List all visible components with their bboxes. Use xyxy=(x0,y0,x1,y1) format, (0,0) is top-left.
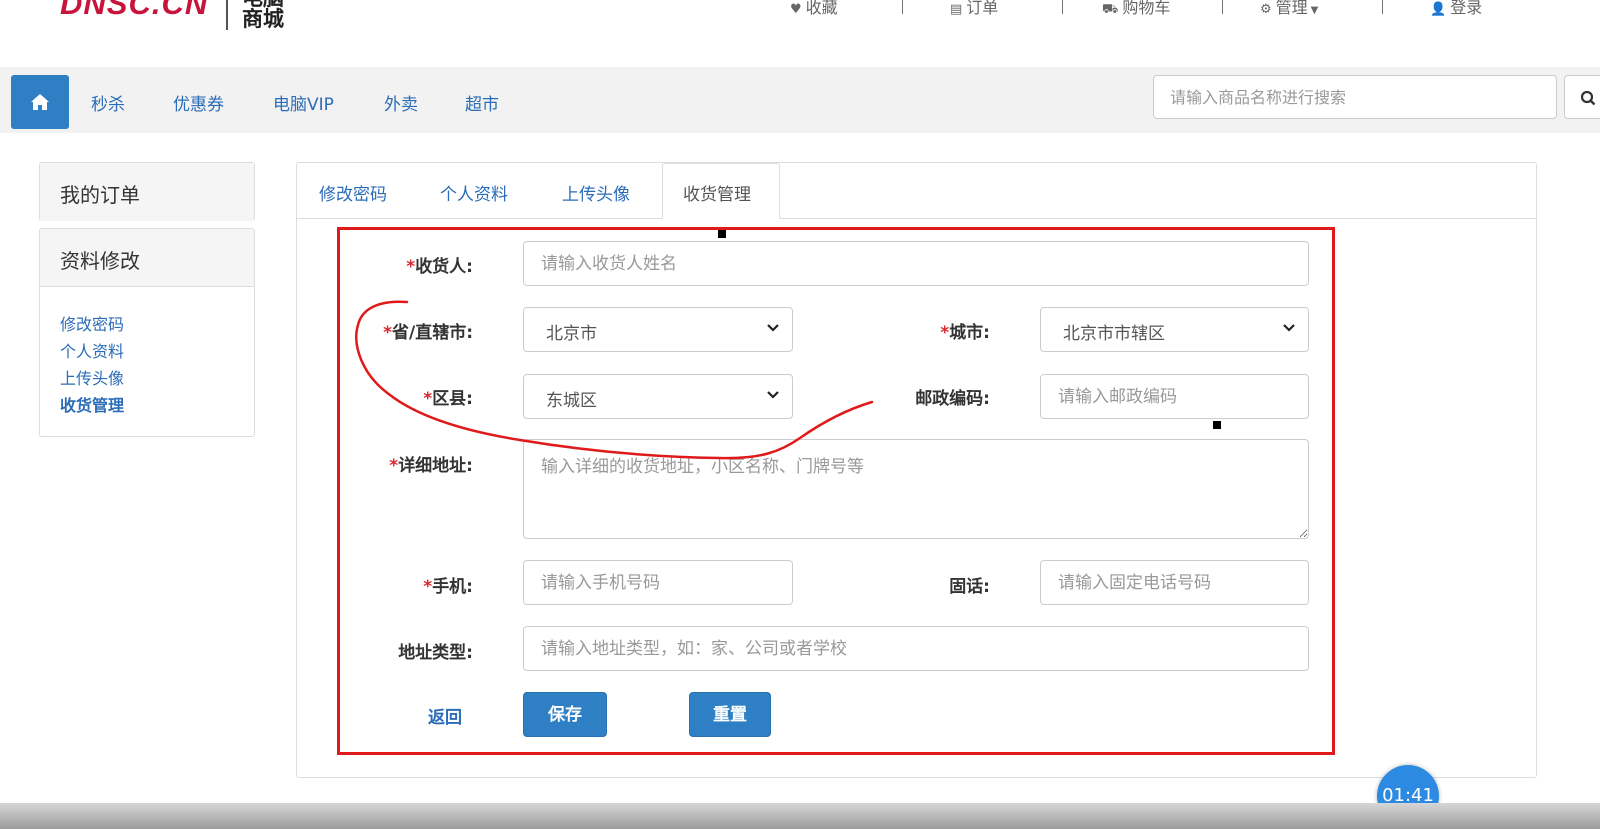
top-nav-separator xyxy=(1382,0,1383,14)
cart-icon: ⛟ xyxy=(1102,2,1119,17)
top-nav-login[interactable]: 👤 登录 xyxy=(1430,0,1482,18)
search-input[interactable] xyxy=(1153,75,1557,119)
home-button[interactable] xyxy=(11,75,69,129)
sidebar-item-upload-avatar[interactable]: 上传头像 xyxy=(60,365,124,389)
search-button[interactable] xyxy=(1564,75,1600,119)
sidebar-profile-heading: 资料修改 xyxy=(40,229,254,287)
caret-down-icon: ▼ xyxy=(1310,5,1319,16)
tab-upload-avatar[interactable]: 上传头像 xyxy=(562,180,630,205)
top-nav-cart[interactable]: ⛟ 购物车 xyxy=(1102,0,1170,19)
top-nav-favorites-label: 收藏 xyxy=(805,0,838,17)
annotation-highlight-box xyxy=(337,227,1335,755)
top-nav-orders-label: 订单 xyxy=(966,0,999,17)
logo-subtitle: 电脑 商城 xyxy=(242,0,284,30)
home-icon xyxy=(31,94,49,110)
nav-link-vip[interactable]: 电脑VIP xyxy=(273,90,334,115)
sidebar-orders-heading[interactable]: 我的订单 xyxy=(40,163,254,221)
top-nav-orders[interactable]: ▤ 订单 xyxy=(950,0,998,18)
nav-link-flash-sale[interactable]: 秒杀 xyxy=(91,90,125,115)
gears-icon: ⚙ xyxy=(1260,2,1272,17)
logo-subtitle-line2: 商城 xyxy=(242,7,284,31)
bottom-bar xyxy=(0,803,1600,829)
top-nav-separator xyxy=(1062,0,1063,14)
nav-link-takeout[interactable]: 外卖 xyxy=(384,90,418,115)
nav-link-supermarket[interactable]: 超市 xyxy=(465,90,499,115)
top-nav-login-label: 登录 xyxy=(1450,0,1483,17)
heart-icon: ♥ xyxy=(790,2,802,17)
document-icon: ▤ xyxy=(950,2,963,17)
top-nav-separator xyxy=(1222,0,1223,14)
logo-divider xyxy=(226,0,228,30)
tab-profile[interactable]: 个人资料 xyxy=(440,180,508,205)
user-icon: 👤 xyxy=(1430,2,1447,17)
sidebar-item-change-password[interactable]: 修改密码 xyxy=(60,311,124,335)
top-nav-manage-label: 管理 xyxy=(1275,0,1308,17)
tab-divider xyxy=(297,218,1536,219)
search-icon xyxy=(1580,90,1596,106)
top-nav-separator xyxy=(902,0,903,14)
nav-link-coupons[interactable]: 优惠券 xyxy=(173,90,224,115)
tab-address-management-label: 收货管理 xyxy=(683,185,751,205)
sidebar-item-address-management[interactable]: 收货管理 xyxy=(60,392,124,416)
top-nav-manage[interactable]: ⚙ 管理 ▼ xyxy=(1260,0,1318,18)
sidebar-orders-panel: 我的订单 xyxy=(39,162,255,221)
tab-change-password[interactable]: 修改密码 xyxy=(319,180,387,205)
top-nav-cart-label: 购物车 xyxy=(1122,0,1171,17)
top-nav-favorites[interactable]: ♥ 收藏 xyxy=(790,0,838,18)
logo-text[interactable]: DNSC.CN xyxy=(60,0,208,22)
sidebar-item-profile[interactable]: 个人资料 xyxy=(60,338,124,362)
sidebar-profile-panel: 资料修改 修改密码 个人资料 上传头像 收货管理 xyxy=(39,228,255,437)
